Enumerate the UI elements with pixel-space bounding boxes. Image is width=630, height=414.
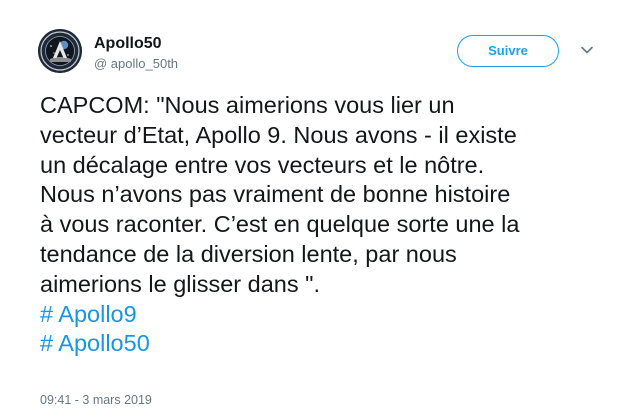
hashtag-link-apollo50[interactable]: # Apollo50 [40,329,610,359]
tweet-text-line: aimerions le glisser dans ". [40,270,321,297]
author-display-name[interactable]: Apollo50 [94,34,162,54]
tweet-text-line: Nous n’avons pas vraiment de bonne histo… [40,181,511,208]
tweet-text-line: tendance de la diversion lente, par nous [40,240,457,267]
tweet-text-line: à vous raconter. C’est en quelque sorte … [40,211,520,238]
tweet-timestamp[interactable]: 09:41 - 3 mars 2019 [40,392,152,408]
apollo-mission-patch-icon [38,29,82,73]
author-handle[interactable]: @ apollo_50th [94,56,178,72]
chevron-down-icon[interactable] [580,43,594,57]
tweet-text-line: vecteur d’Etat, Apollo 9. Nous avons - i… [40,121,517,148]
hashtag-link-apollo9[interactable]: # Apollo9 [40,300,610,330]
follow-button[interactable]: Suivre [457,35,559,67]
avatar[interactable] [38,29,82,73]
tweet-text-line: CAPCOM: "Nous aimerions vous lier un [40,92,455,118]
tweet-text-line: un décalage entre vos vecteurs et le nôt… [40,151,485,178]
tweet-text: CAPCOM: "Nous aimerions vous lier un vec… [40,91,610,359]
tweet-card: Apollo50 @ apollo_50th Suivre CAPCOM: "N… [0,0,630,414]
